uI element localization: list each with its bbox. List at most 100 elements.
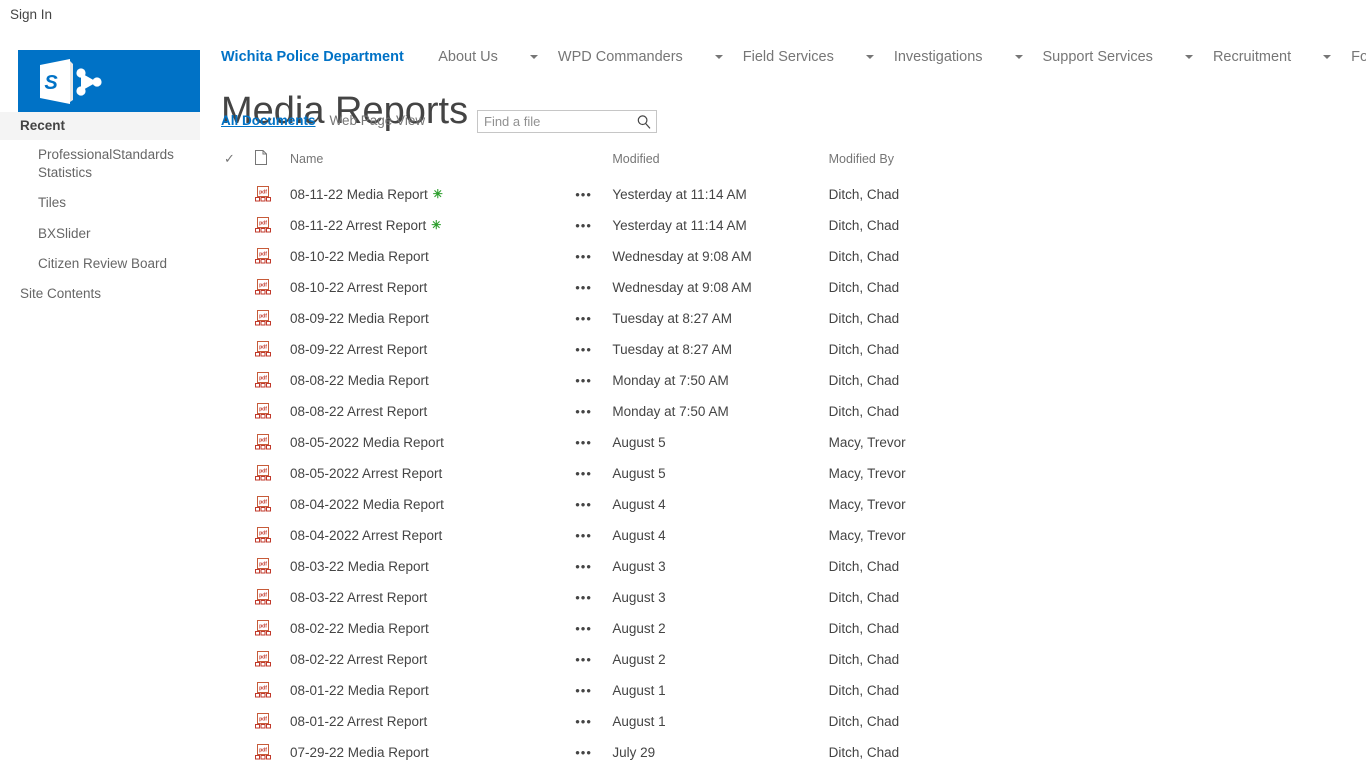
column-header-file-type[interactable]	[255, 150, 289, 179]
open-menu-ellipsis-icon[interactable]: •••	[575, 683, 592, 698]
row-modified-by-cell[interactable]: Ditch, Chad	[829, 303, 1041, 334]
row-modified-by-cell[interactable]: Macy, Trevor	[829, 520, 1041, 551]
row-select-checkbox[interactable]	[221, 210, 255, 241]
row-modified-by-cell[interactable]: Ditch, Chad	[829, 613, 1041, 644]
row-select-checkbox[interactable]	[221, 396, 255, 427]
file-name-link[interactable]: 08-10-22 Media Report	[290, 249, 429, 264]
row-select-checkbox[interactable]	[221, 737, 255, 768]
nav-item-wpd-commanders[interactable]: WPD Commanders	[558, 49, 683, 65]
chevron-down-icon[interactable]	[714, 54, 723, 59]
row-select-checkbox[interactable]	[221, 272, 255, 303]
file-name-link[interactable]: 08-04-2022 Arrest Report	[290, 528, 442, 543]
column-header-name[interactable]: Name	[290, 150, 575, 179]
row-modified-by-cell[interactable]: Ditch, Chad	[829, 241, 1041, 272]
open-menu-ellipsis-icon[interactable]: •••	[575, 249, 592, 264]
file-name-link[interactable]: 08-09-22 Media Report	[290, 311, 429, 326]
open-menu-ellipsis-icon[interactable]: •••	[575, 528, 592, 543]
row-modified-by-cell[interactable]: Macy, Trevor	[829, 427, 1041, 458]
row-select-checkbox[interactable]	[221, 489, 255, 520]
view-link-web-page-view[interactable]: Web Page View	[330, 113, 426, 128]
open-menu-ellipsis-icon[interactable]: •••	[575, 187, 592, 202]
open-menu-ellipsis-icon[interactable]: •••	[575, 652, 592, 667]
table-row[interactable]: pdf 08-09-22 Media Report ••• Tuesday at 8:…	[221, 303, 1041, 334]
row-select-checkbox[interactable]	[221, 706, 255, 737]
open-menu-ellipsis-icon[interactable]: •••	[575, 435, 592, 450]
table-row[interactable]: pdf 08-03-22 Media Report ••• August 3 Ditch…	[221, 551, 1041, 582]
row-modified-by-cell[interactable]: Ditch, Chad	[829, 675, 1041, 706]
sidebar-heading-recent[interactable]: Recent	[0, 112, 200, 140]
file-name-link[interactable]: 08-03-22 Media Report	[290, 559, 429, 574]
file-name-link[interactable]: 08-01-22 Arrest Report	[290, 714, 427, 729]
open-menu-ellipsis-icon[interactable]: •••	[575, 342, 592, 357]
chevron-down-icon[interactable]	[1323, 54, 1332, 59]
table-row[interactable]: pdf 07-29-22 Media Report ••• July 29 Ditch,…	[221, 737, 1041, 768]
table-row[interactable]: pdf 08-11-22 Arrest Report ✳ ••• Yesterday a…	[221, 210, 1041, 241]
find-a-file-search[interactable]	[477, 110, 657, 133]
row-modified-by-cell[interactable]: Ditch, Chad	[829, 644, 1041, 675]
row-select-checkbox[interactable]	[221, 427, 255, 458]
open-menu-ellipsis-icon[interactable]: •••	[575, 621, 592, 636]
search-input[interactable]	[478, 111, 632, 132]
table-row[interactable]: pdf 08-02-22 Arrest Report ••• August 2 Ditc…	[221, 644, 1041, 675]
row-select-checkbox[interactable]	[221, 303, 255, 334]
open-menu-ellipsis-icon[interactable]: •••	[575, 745, 592, 760]
column-header-modified[interactable]: Modified	[612, 150, 828, 179]
table-row[interactable]: pdf 08-08-22 Arrest Report ••• Monday at 7:…	[221, 396, 1041, 427]
row-modified-by-cell[interactable]: Macy, Trevor	[829, 489, 1041, 520]
open-menu-ellipsis-icon[interactable]: •••	[575, 280, 592, 295]
nav-brand-wichita-police-department[interactable]: Wichita Police Department	[221, 49, 404, 65]
table-row[interactable]: pdf 08-08-22 Media Report ••• Monday at 7:5…	[221, 365, 1041, 396]
row-select-checkbox[interactable]	[221, 179, 255, 210]
row-modified-by-cell[interactable]: Ditch, Chad	[829, 210, 1041, 241]
row-select-checkbox[interactable]	[221, 644, 255, 675]
table-row[interactable]: pdf 08-02-22 Media Report ••• August 2 Ditch…	[221, 613, 1041, 644]
table-row[interactable]: pdf 08-10-22 Media Report ••• Wednesday at …	[221, 241, 1041, 272]
row-select-checkbox[interactable]	[221, 365, 255, 396]
open-menu-ellipsis-icon[interactable]: •••	[575, 466, 592, 481]
file-name-link[interactable]: 08-11-22 Arrest Report	[290, 218, 426, 233]
row-modified-by-cell[interactable]: Ditch, Chad	[829, 706, 1041, 737]
open-menu-ellipsis-icon[interactable]: •••	[575, 559, 592, 574]
nav-item-recruitment[interactable]: Recruitment	[1213, 49, 1291, 65]
file-name-link[interactable]: 08-08-22 Arrest Report	[290, 404, 427, 419]
file-name-link[interactable]: 07-29-22 Media Report	[290, 745, 429, 760]
nav-item-investigations[interactable]: Investigations	[894, 49, 983, 65]
table-row[interactable]: pdf 08-09-22 Arrest Report ••• Tuesday at 8…	[221, 334, 1041, 365]
table-row[interactable]: pdf 08-11-22 Media Report ✳ ••• Yesterday at…	[221, 179, 1041, 210]
column-header-modified-by[interactable]: Modified By	[829, 150, 1041, 179]
nav-item-about-us[interactable]: About Us	[438, 49, 498, 65]
table-row[interactable]: pdf 08-04-2022 Media Report ••• August 4 Mac…	[221, 489, 1041, 520]
nav-item-field-services[interactable]: Field Services	[743, 49, 834, 65]
row-modified-by-cell[interactable]: Macy, Trevor	[829, 458, 1041, 489]
row-modified-by-cell[interactable]: Ditch, Chad	[829, 179, 1041, 210]
chevron-down-icon[interactable]	[1184, 54, 1193, 59]
sharepoint-logo[interactable]: S	[18, 50, 200, 112]
row-modified-by-cell[interactable]: Ditch, Chad	[829, 365, 1041, 396]
search-icon[interactable]	[636, 114, 652, 130]
row-modified-by-cell[interactable]: Ditch, Chad	[829, 272, 1041, 303]
row-select-checkbox[interactable]	[221, 241, 255, 272]
row-modified-by-cell[interactable]: Ditch, Chad	[829, 334, 1041, 365]
file-name-link[interactable]: 08-04-2022 Media Report	[290, 497, 444, 512]
open-menu-ellipsis-icon[interactable]: •••	[575, 218, 592, 233]
row-modified-by-cell[interactable]: Ditch, Chad	[829, 582, 1041, 613]
row-select-checkbox[interactable]	[221, 334, 255, 365]
nav-item-forms[interactable]: Forms	[1351, 49, 1366, 65]
table-row[interactable]: pdf 08-05-2022 Arrest Report ••• August 5 Ma…	[221, 458, 1041, 489]
row-select-checkbox[interactable]	[221, 675, 255, 706]
row-select-checkbox[interactable]	[221, 582, 255, 613]
row-modified-by-cell[interactable]: Ditch, Chad	[829, 737, 1041, 768]
row-select-checkbox[interactable]	[221, 520, 255, 551]
table-row[interactable]: pdf 08-05-2022 Media Report ••• August 5 Mac…	[221, 427, 1041, 458]
file-name-link[interactable]: 08-03-22 Arrest Report	[290, 590, 427, 605]
open-menu-ellipsis-icon[interactable]: •••	[575, 311, 592, 326]
sidebar-item-bxslider[interactable]: BXSlider	[0, 219, 185, 249]
open-menu-ellipsis-icon[interactable]: •••	[575, 714, 592, 729]
chevron-down-icon[interactable]	[1014, 54, 1023, 59]
file-name-link[interactable]: 08-11-22 Media Report	[290, 187, 428, 202]
table-row[interactable]: pdf 08-01-22 Media Report ••• August 1 Ditch…	[221, 675, 1041, 706]
file-name-link[interactable]: 08-08-22 Media Report	[290, 373, 429, 388]
file-name-link[interactable]: 08-05-2022 Arrest Report	[290, 466, 442, 481]
open-menu-ellipsis-icon[interactable]: •••	[575, 590, 592, 605]
sidebar-item-site-contents[interactable]: Site Contents	[0, 279, 185, 309]
